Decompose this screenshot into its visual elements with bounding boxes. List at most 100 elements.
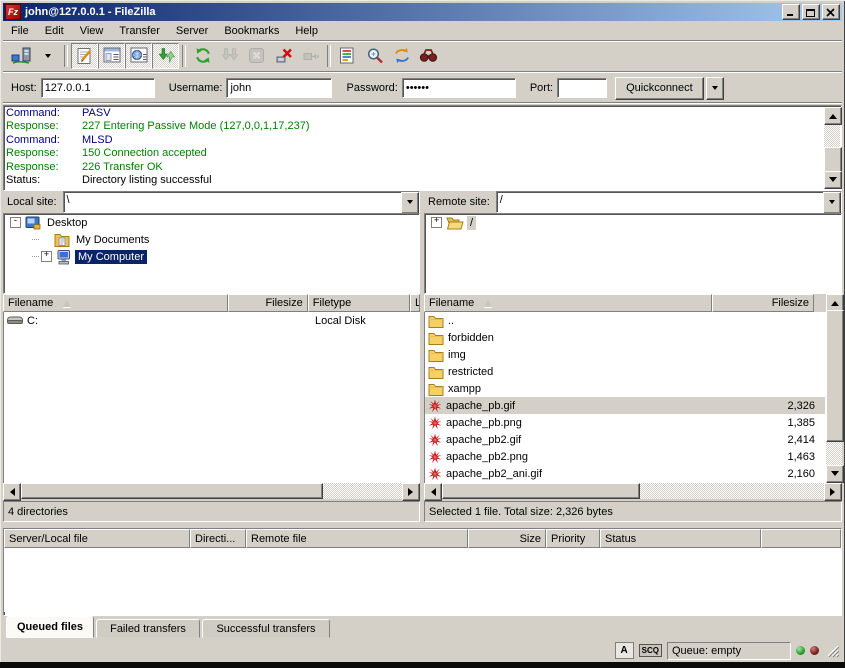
- close-button[interactable]: [822, 4, 840, 20]
- expand-toggle[interactable]: +: [41, 251, 52, 262]
- menu-help[interactable]: Help: [287, 24, 326, 38]
- local-site-combobox[interactable]: \: [63, 191, 420, 213]
- local-pane: Local site: \ -DesktopMy Documents+My Co…: [3, 191, 420, 522]
- remote-vscrollbar[interactable]: [826, 294, 842, 483]
- toggle-remote-tree-button[interactable]: [125, 43, 152, 69]
- scroll-up-button[interactable]: [824, 107, 842, 125]
- scroll-right-button[interactable]: [824, 483, 842, 501]
- column-header-filename[interactable]: Filename: [424, 294, 712, 312]
- scrollbar-thumb[interactable]: [824, 147, 842, 173]
- quickconnect-dropdown-button[interactable]: [706, 77, 724, 100]
- file-name-cell: xampp: [425, 382, 719, 396]
- column-header-filesize[interactable]: Filesize: [228, 294, 307, 312]
- disconnect-button[interactable]: [270, 43, 297, 69]
- column-header-filler[interactable]: [761, 529, 841, 548]
- scrollbar-thumb[interactable]: [442, 483, 640, 499]
- remote-file-row[interactable]: apache_pb.png1,385: [425, 414, 825, 431]
- password-input[interactable]: [402, 78, 516, 98]
- column-header-directi[interactable]: Directi...: [190, 529, 246, 548]
- toggle-log-view-button[interactable]: [71, 43, 98, 69]
- log-line-label: Response:: [6, 161, 82, 174]
- local-tree-item[interactable]: +My Computer: [4, 248, 419, 265]
- toggle-queue-view-button[interactable]: [152, 43, 179, 69]
- tab-successful-transfers[interactable]: Successful transfers: [202, 619, 330, 638]
- remote-file-row[interactable]: forbidden: [425, 329, 825, 346]
- column-header-remote-file[interactable]: Remote file: [246, 529, 468, 548]
- remote-file-row[interactable]: apache_pb.gif2,326: [425, 397, 825, 414]
- column-header-filetype[interactable]: Filetype: [308, 294, 410, 312]
- transfer-type-indicator-icon[interactable]: A: [615, 642, 634, 659]
- arrow-right-icon: [408, 488, 417, 496]
- tree-item-label: Desktop: [44, 216, 90, 230]
- tab-queued-files[interactable]: Queued files: [6, 616, 94, 638]
- speed-limit-indicator-icon[interactable]: SCQ: [639, 644, 662, 657]
- queue-body[interactable]: [4, 548, 841, 612]
- chevron-down-icon: [829, 200, 835, 207]
- remote-file-row[interactable]: apache_pb2.gif2,414: [425, 431, 825, 448]
- title-bar[interactable]: Fz john@127.0.0.1 - FileZilla: [3, 3, 842, 21]
- synchronized-browsing-button[interactable]: [388, 43, 415, 69]
- local-hscrollbar[interactable]: [3, 483, 420, 499]
- column-header-l[interactable]: L: [410, 294, 420, 312]
- arrow-up-icon: [829, 110, 837, 119]
- remote-file-row[interactable]: apache_pb2_ani.gif2,160: [425, 465, 825, 482]
- filter-button[interactable]: [334, 43, 361, 69]
- remote-site-dropdown-button[interactable]: [823, 192, 841, 214]
- menu-transfer[interactable]: Transfer: [111, 24, 168, 38]
- port-input[interactable]: [557, 78, 607, 98]
- remote-file-row[interactable]: restricted: [425, 363, 825, 380]
- scrollbar-thumb[interactable]: [21, 483, 323, 499]
- column-header-filename[interactable]: Filename: [3, 294, 228, 312]
- menu-bookmarks[interactable]: Bookmarks: [216, 24, 287, 38]
- toggle-local-tree-button[interactable]: [98, 43, 125, 69]
- column-header-priority[interactable]: Priority: [546, 529, 600, 548]
- menu-view[interactable]: View: [72, 24, 112, 38]
- local-site-dropdown-button[interactable]: [401, 192, 419, 214]
- find-files-button[interactable]: [415, 43, 442, 69]
- tab-failed-transfers[interactable]: Failed transfers: [96, 619, 200, 638]
- file-name: ..: [448, 315, 454, 327]
- column-header-label: Priority: [551, 533, 585, 545]
- remote-site-combobox[interactable]: /: [496, 191, 842, 213]
- menu-file[interactable]: File: [3, 24, 37, 38]
- column-header-size[interactable]: Size: [468, 529, 546, 548]
- remote-tree-item[interactable]: +/: [425, 214, 841, 231]
- resize-grip[interactable]: [826, 644, 839, 657]
- remote-file-row[interactable]: xampp: [425, 380, 825, 397]
- column-header-label: Remote file: [251, 533, 307, 545]
- remote-file-row[interactable]: apache_pb2.png1,463: [425, 448, 825, 465]
- scroll-down-button[interactable]: [824, 171, 842, 189]
- column-header-status[interactable]: Status: [600, 529, 761, 548]
- column-header-server-local-file[interactable]: Server/Local file: [4, 529, 190, 548]
- scroll-down-button[interactable]: [826, 465, 844, 483]
- collapse-toggle[interactable]: -: [10, 217, 21, 228]
- scroll-right-button[interactable]: [402, 483, 420, 501]
- remote-file-row[interactable]: ..: [425, 312, 825, 329]
- column-header-filesize[interactable]: Filesize: [712, 294, 814, 312]
- local-site-value: \: [64, 192, 401, 212]
- quickconnect-button[interactable]: Quickconnect: [615, 77, 704, 100]
- remote-hscrollbar[interactable]: [424, 483, 842, 499]
- username-input[interactable]: [226, 78, 332, 98]
- directory-comparison-button[interactable]: [361, 43, 388, 69]
- scroll-left-button[interactable]: [3, 483, 21, 501]
- remote-file-row[interactable]: img: [425, 346, 825, 363]
- minimize-button[interactable]: [782, 4, 800, 20]
- scroll-left-button[interactable]: [424, 483, 442, 501]
- queue-status-text: Queue: empty: [672, 645, 741, 657]
- site-manager-dropdown-button[interactable]: [34, 43, 61, 69]
- expand-toggle[interactable]: +: [431, 217, 442, 228]
- scrollbar-thumb[interactable]: [826, 310, 844, 442]
- local-tree-item[interactable]: - Desktop: [4, 214, 419, 231]
- host-label: Host:: [11, 82, 37, 94]
- log-scrollbar[interactable]: [824, 107, 840, 189]
- refresh-button[interactable]: [189, 43, 216, 69]
- menu-server[interactable]: Server: [168, 24, 216, 38]
- maximize-button[interactable]: [802, 4, 820, 20]
- host-input[interactable]: [41, 78, 155, 98]
- local-file-row[interactable]: C:Local Disk: [4, 312, 419, 329]
- menu-edit[interactable]: Edit: [37, 24, 72, 38]
- separator: [3, 102, 842, 104]
- site-manager-button[interactable]: [7, 43, 34, 69]
- local-tree-item[interactable]: My Documents: [4, 231, 419, 248]
